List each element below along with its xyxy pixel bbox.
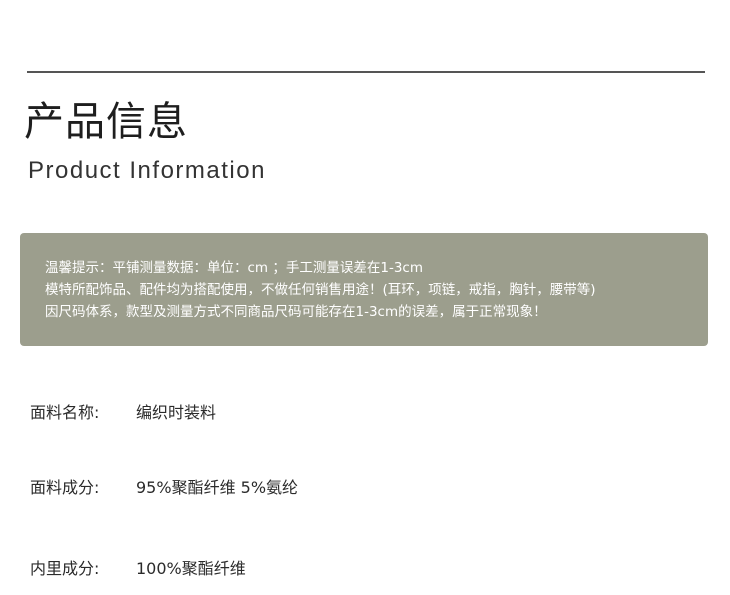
- spec-value: 100%聚酯纤维: [136, 559, 246, 578]
- page-subtitle: Product Information: [28, 157, 266, 184]
- notice-text: 温馨提示：平铺测量数据：单位：cm ；手工测量误差在1-3cm 模特所配饰品、配…: [45, 257, 698, 323]
- notice-box: 温馨提示：平铺测量数据：单位：cm ；手工测量误差在1-3cm 模特所配饰品、配…: [20, 233, 708, 346]
- top-divider: [27, 71, 705, 73]
- notice-line-measurement: 温馨提示：平铺测量数据：单位：cm ；手工测量误差在1-3cm: [45, 260, 423, 276]
- page-title: 产品信息: [24, 99, 188, 145]
- spec-label: 面料名称:: [30, 403, 100, 422]
- notice-line-size-error: 因尺码体系，款型及测量方式不同商品尺码可能存在1-3cm的误差，属于正常现象！: [45, 304, 547, 320]
- spec-label: 内里成分:: [30, 559, 100, 578]
- spec-value: 95%聚酯纤维 5%氨纶: [136, 478, 299, 497]
- notice-line-accessories: 模特所配饰品、配件均为搭配使用，不做任何销售用途！(耳环，项链，戒指，胸针，腰带…: [45, 282, 596, 298]
- spec-value: 编织时装料: [136, 403, 217, 422]
- spec-label: 面料成分:: [30, 478, 100, 497]
